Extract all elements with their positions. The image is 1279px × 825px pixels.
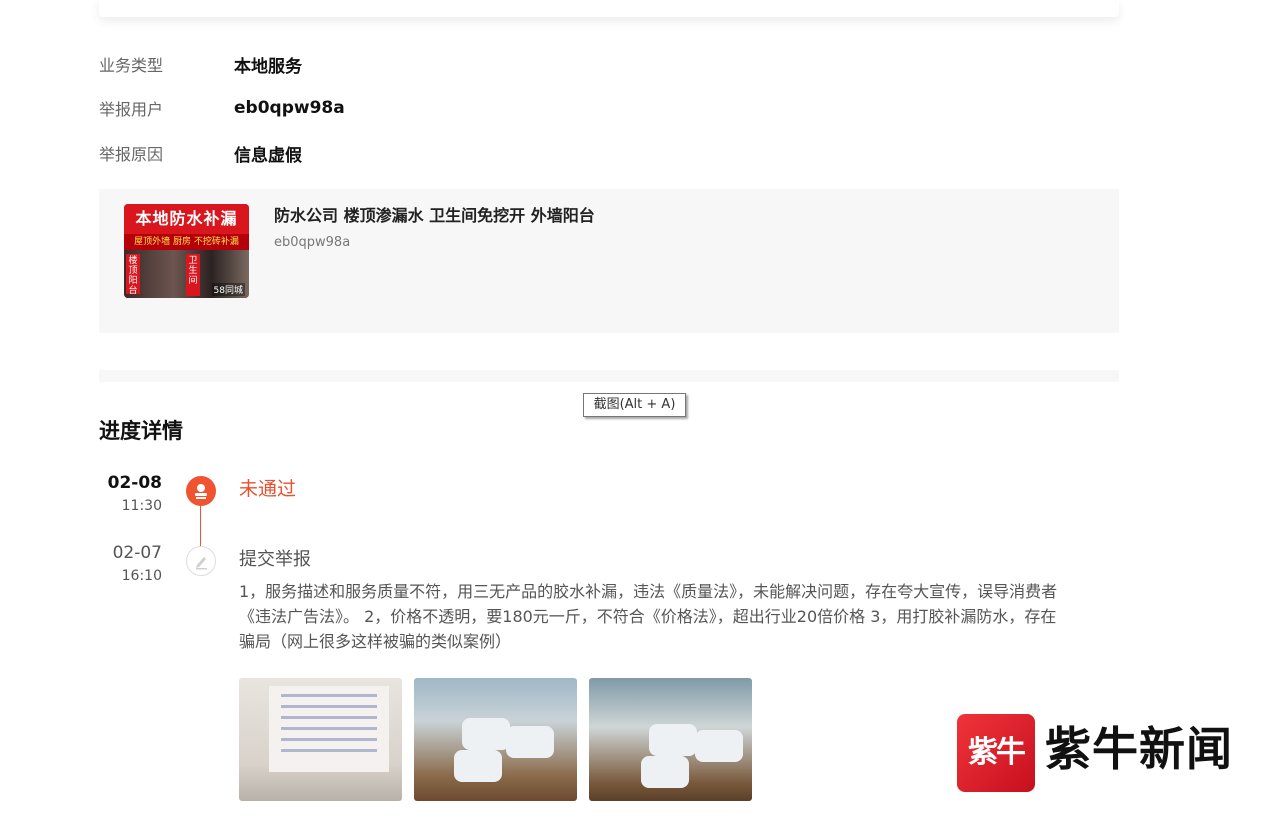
reason-label: 举报原因 bbox=[99, 145, 164, 164]
progress-section-title: 进度详情 bbox=[99, 419, 183, 443]
timeline-date-1: 02-08 11:30 bbox=[98, 473, 162, 514]
jug-shape bbox=[649, 724, 697, 756]
status-submitted: 提交举报 bbox=[239, 549, 311, 570]
report-description: 1，服务描述和服务质量不符，用三无产品的胶水补漏，违法《质量法》，未能解决问题，… bbox=[239, 582, 1058, 651]
timeline-date-2: 02-07 16:10 bbox=[98, 543, 162, 584]
thumb-subline: 屋顶外墙 厨房 不挖砖补漏 bbox=[124, 234, 249, 250]
status-rejected: 未通过 bbox=[239, 478, 297, 500]
info-row-reporter: 举报用户 eb0qpw98a bbox=[99, 96, 345, 120]
info-row-business-type: 业务类型 本地服务 bbox=[99, 52, 302, 77]
timeline-date-time: 11:30 bbox=[121, 498, 162, 514]
report-detail-page: 业务类型 本地服务 举报用户 eb0qpw98a 举报原因 信息虚假 本地防水补… bbox=[0, 0, 1279, 825]
thumb-headline: 本地防水补漏 bbox=[124, 204, 249, 234]
thumb-right-label: 卫生间 bbox=[186, 254, 200, 296]
reporter-value: eb0qpw98a bbox=[234, 98, 345, 118]
jug-shape bbox=[695, 730, 743, 762]
timeline-date-time: 16:10 bbox=[121, 568, 162, 584]
brand-logo-icon: 紫牛 bbox=[957, 714, 1035, 792]
service-title[interactable]: 防水公司 楼顶渗漏水 卫生间免挖开 外墙阳台 bbox=[274, 202, 595, 226]
business-type-label: 业务类型 bbox=[99, 56, 164, 75]
reason-value: 信息虚假 bbox=[234, 145, 302, 166]
thumb-photo: 楼顶阳台 卫生间 58同城 bbox=[124, 250, 249, 298]
brand-logo-text: 紫牛新闻 bbox=[1045, 722, 1233, 776]
thumb-tag: 58同城 bbox=[211, 283, 245, 296]
screenshot-tooltip: 截图(Alt + A) bbox=[583, 393, 686, 417]
jug-shape bbox=[506, 726, 554, 758]
evidence-photo-2[interactable] bbox=[414, 678, 577, 801]
jug-shape bbox=[641, 756, 689, 788]
reported-service-card[interactable]: 本地防水补漏 屋顶外墙 厨房 不挖砖补漏 楼顶阳台 卫生间 58同城 防水公司 … bbox=[99, 189, 1119, 333]
reporter-label: 举报用户 bbox=[99, 100, 164, 119]
timeline-connector bbox=[200, 504, 201, 546]
jug-shape bbox=[462, 718, 510, 750]
document-paper bbox=[269, 686, 389, 772]
rejected-status-icon bbox=[186, 476, 216, 506]
service-user: eb0qpw98a bbox=[274, 235, 351, 250]
timeline-date-day: 02-07 bbox=[112, 543, 162, 563]
thumb-left-label: 楼顶阳台 bbox=[126, 254, 140, 296]
section-divider bbox=[99, 370, 1119, 382]
info-row-reason: 举报原因 信息虚假 bbox=[99, 141, 302, 166]
evidence-photo-3[interactable] bbox=[589, 678, 752, 801]
evidence-photo-1[interactable] bbox=[239, 678, 402, 801]
pencil-icon bbox=[186, 546, 216, 576]
top-card-edge bbox=[99, 0, 1119, 17]
service-thumbnail[interactable]: 本地防水补漏 屋顶外墙 厨房 不挖砖补漏 楼顶阳台 卫生间 58同城 bbox=[124, 204, 249, 298]
business-type-value: 本地服务 bbox=[234, 56, 302, 77]
timeline-date-day: 02-08 bbox=[107, 473, 162, 493]
jug-shape bbox=[454, 750, 502, 782]
brand-logo-icon-text: 紫牛 bbox=[968, 735, 1026, 770]
